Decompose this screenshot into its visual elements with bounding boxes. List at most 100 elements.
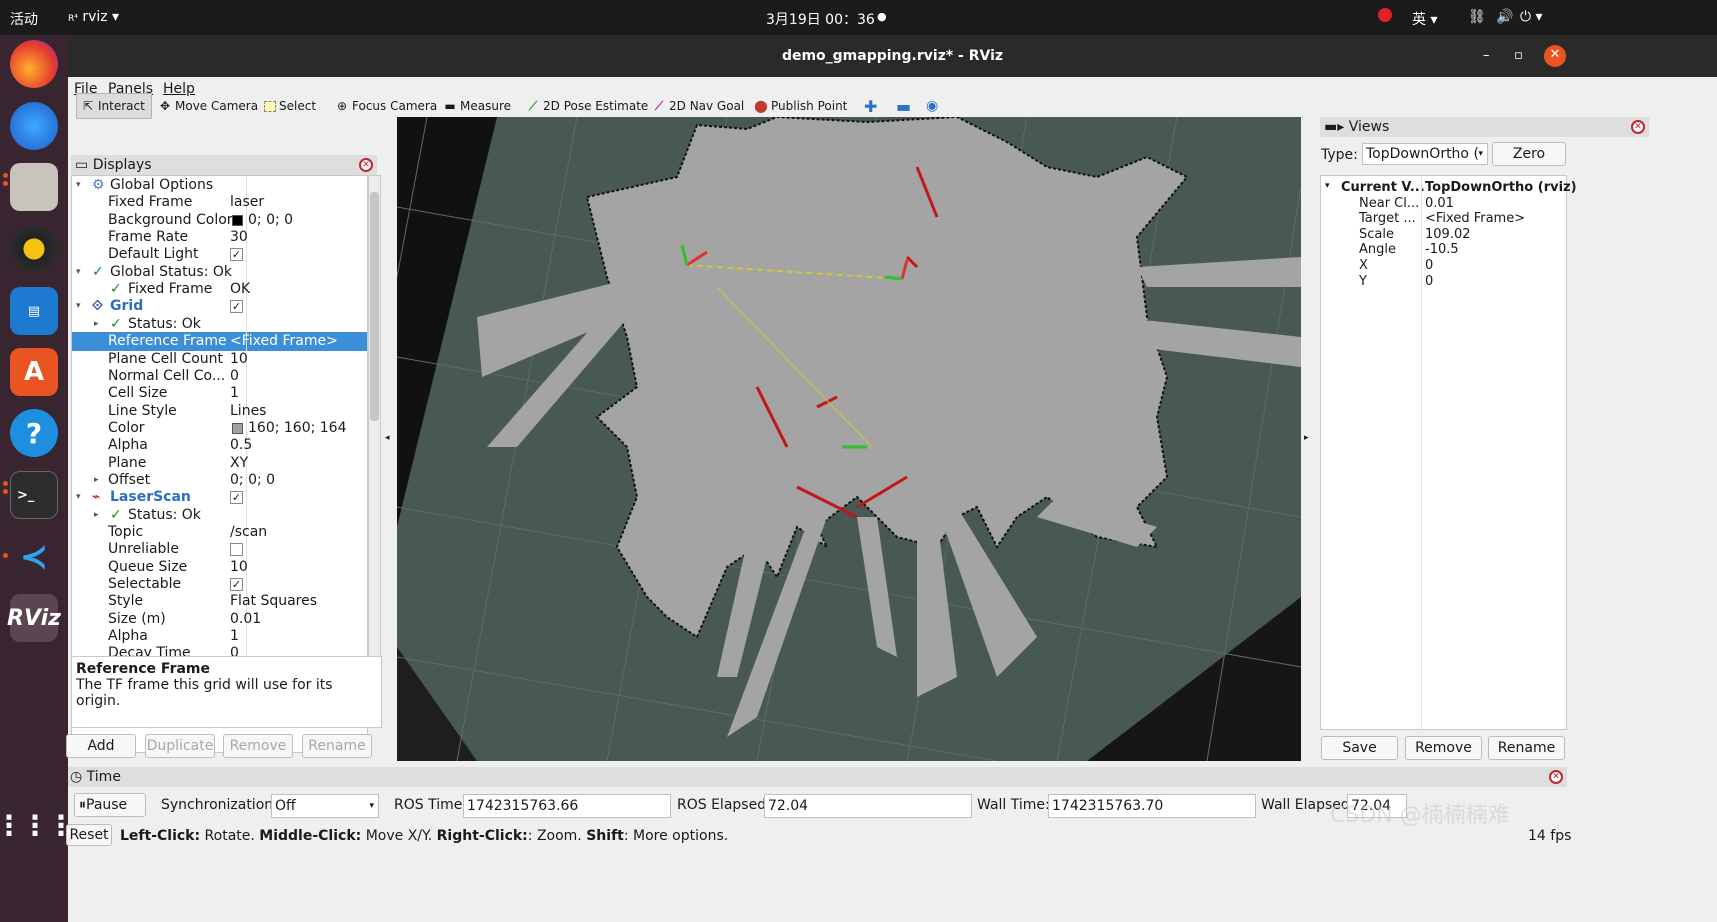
publish-point-tool[interactable]: ⬤ Publish Point <box>750 93 847 119</box>
minimize-icon[interactable]: – <box>1483 35 1490 77</box>
duplicate-button[interactable]: Duplicate <box>145 734 215 758</box>
display-row[interactable]: ▸ ✓ Status: Ok <box>72 314 367 334</box>
2d-nav-goal-tool[interactable]: ⟋ 2D Nav Goal <box>648 93 744 119</box>
display-row[interactable]: Queue Size 10 <box>72 557 367 577</box>
3d-viewport[interactable] <box>397 117 1301 761</box>
add-tool-icon[interactable]: ✚ <box>864 93 877 119</box>
remove-tool-icon[interactable]: ▬ <box>896 93 911 119</box>
expanded-arrow-icon[interactable]: ▾ <box>76 492 81 502</box>
display-row[interactable]: Default Light ✓ <box>72 245 367 265</box>
property-value[interactable]: 10 <box>230 559 248 575</box>
scrollbar-thumb[interactable] <box>370 192 379 421</box>
property-value[interactable]: 0; 0; 0 <box>248 212 293 228</box>
close-icon[interactable]: ✕ <box>1544 45 1566 67</box>
help-icon[interactable]: ? <box>10 409 58 457</box>
pause-button[interactable]: ⏸Pause <box>74 793 146 817</box>
view-property-value[interactable]: 109.02 <box>1425 227 1471 243</box>
interact-tool[interactable]: ⇱ Interact <box>76 93 152 119</box>
ros-elapsed-field[interactable]: 72.04 <box>764 794 972 818</box>
firefox-icon[interactable] <box>10 40 58 88</box>
checkbox[interactable]: ✓ <box>230 491 243 505</box>
save-view-button[interactable]: Save <box>1321 736 1398 760</box>
display-row[interactable]: Normal Cell Co... 0 <box>72 366 367 386</box>
wall-time-field[interactable]: 1742315763.70 <box>1048 794 1256 818</box>
display-row[interactable]: Alpha 0.5 <box>72 436 367 456</box>
expanded-arrow-icon[interactable]: ▾ <box>1325 181 1330 197</box>
show-apps-icon[interactable]: ⋮⋮⋮ <box>0 801 75 849</box>
property-value[interactable]: OK <box>230 281 250 297</box>
property-value[interactable]: /scan <box>230 524 267 540</box>
reset-button[interactable]: Reset <box>66 824 112 846</box>
property-value[interactable]: XY <box>230 455 248 471</box>
rename-display-button[interactable]: Rename <box>302 734 372 758</box>
tool-properties-eye-icon[interactable]: ◉ <box>926 93 938 119</box>
maximize-icon[interactable]: ▫ <box>1514 35 1523 77</box>
window-titlebar[interactable]: demo_gmapping.rviz* - RViz – ▫ ✕ <box>68 35 1717 77</box>
display-row[interactable]: Style Flat Squares <box>72 592 367 612</box>
collapsed-arrow-icon[interactable]: ▸ <box>94 510 99 520</box>
do-not-disturb-icon[interactable] <box>1378 8 1392 22</box>
display-row[interactable]: Plane XY <box>72 453 367 473</box>
power-icon[interactable]: ⏻ ▾ <box>1520 9 1543 25</box>
view-property-value[interactable]: <Fixed Frame> <box>1425 211 1525 227</box>
focus-camera-tool[interactable]: ⊕ Focus Camera <box>331 93 437 119</box>
display-row[interactable]: ✓ Fixed Frame OK <box>72 280 367 300</box>
view-property-value[interactable]: 0 <box>1425 258 1433 274</box>
color-swatch[interactable] <box>232 214 243 226</box>
display-row[interactable]: ▾ ✓ Global Status: Ok <box>72 262 367 282</box>
collapsed-arrow-icon[interactable]: ▸ <box>94 319 99 329</box>
writer-icon[interactable]: ▤ <box>10 287 58 335</box>
close-panel-icon[interactable]: ✕ <box>359 158 373 172</box>
display-row[interactable]: Selectable ✓ <box>72 575 367 595</box>
property-value[interactable]: Flat Squares <box>230 593 317 609</box>
checkbox[interactable]: ✓ <box>230 578 243 592</box>
display-row[interactable]: Size (m) 0.01 <box>72 609 367 629</box>
move-camera-tool[interactable]: ✥ Move Camera <box>154 93 258 119</box>
display-row[interactable]: Frame Rate 30 <box>72 228 367 248</box>
clock[interactable]: 3月19日 00：36 <box>766 9 875 29</box>
remove-view-button[interactable]: Remove <box>1405 736 1482 760</box>
sync-select[interactable]: Off ▾ <box>271 794 379 818</box>
expanded-arrow-icon[interactable]: ▾ <box>76 267 81 277</box>
property-value[interactable]: 1 <box>230 385 239 401</box>
rviz-dock-icon[interactable]: RViz <box>7 594 61 642</box>
display-row[interactable]: Line Style Lines <box>72 401 367 421</box>
volume-icon[interactable]: 🔊 <box>1496 9 1513 25</box>
property-value[interactable]: laser <box>230 194 264 210</box>
activities-button[interactable]: 活动 <box>10 9 38 29</box>
display-row[interactable]: ▾ ⚙ Global Options <box>72 176 367 195</box>
display-row[interactable]: Unreliable <box>72 540 367 560</box>
property-value[interactable]: 30 <box>230 229 248 245</box>
terminal-icon[interactable]: >_ <box>10 471 58 519</box>
property-value[interactable]: 0 <box>230 368 239 384</box>
checkbox[interactable] <box>230 543 243 557</box>
display-row[interactable]: Plane Cell Count 10 <box>72 349 367 369</box>
expanded-arrow-icon[interactable]: ▾ <box>76 180 81 190</box>
select-tool[interactable]: Select <box>260 93 316 119</box>
app-center-icon[interactable]: A <box>10 348 58 396</box>
views-tree[interactable]: Current V... TopDownOrtho (rviz) Near Cl..… <box>1320 175 1577 730</box>
zero-button[interactable]: Zero <box>1492 142 1566 166</box>
color-swatch[interactable] <box>232 422 243 434</box>
display-row[interactable]: ▸ ✓ Status: Ok <box>72 505 367 525</box>
property-value[interactable]: 10 <box>230 351 248 367</box>
expanded-arrow-icon[interactable]: ▾ <box>76 301 81 311</box>
2d-pose-estimate-tool[interactable]: ⟋ 2D Pose Estimate <box>522 93 649 119</box>
view-property-value[interactable]: 0 <box>1425 274 1433 290</box>
measure-tool[interactable]: ▬ Measure <box>439 93 511 119</box>
property-value[interactable]: 160; 160; 164 <box>248 420 347 436</box>
view-property-value[interactable]: 0.01 <box>1425 196 1454 212</box>
files-icon[interactable] <box>10 163 58 211</box>
display-row[interactable]: Color 160; 160; 164 <box>72 418 367 438</box>
property-value[interactable]: Lines <box>230 403 266 419</box>
app-menu[interactable]: R⁴ rviz ▾ <box>68 9 119 25</box>
view-property-value[interactable]: -10.5 <box>1425 242 1459 258</box>
collapse-right-icon[interactable]: ▸ <box>1304 433 1309 443</box>
input-method[interactable]: 英 ▾ <box>1412 9 1437 29</box>
display-row[interactable]: ▸ Offset 0; 0; 0 <box>72 470 367 490</box>
rhythmbox-icon[interactable] <box>10 225 58 273</box>
property-value[interactable]: 0; 0; 0 <box>230 472 275 488</box>
collapsed-arrow-icon[interactable]: ▸ <box>94 475 99 485</box>
network-icon[interactable]: ⛓ <box>1468 9 1486 25</box>
display-row[interactable]: Cell Size 1 <box>72 384 367 404</box>
